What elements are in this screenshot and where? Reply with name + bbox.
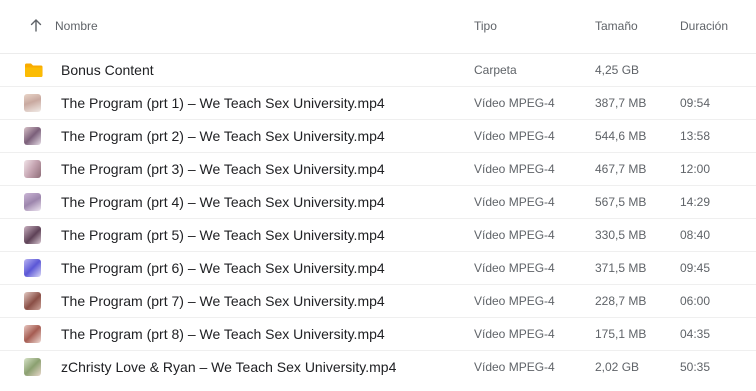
file-type: Vídeo MPEG-4 — [474, 327, 555, 341]
column-header-duration[interactable]: Duración — [680, 19, 728, 33]
column-header-size[interactable]: Tamaño — [595, 19, 638, 33]
file-size: 4,25 GB — [595, 63, 640, 77]
file-list-header: Nombre Tipo Tamaño Duración — [0, 0, 756, 54]
video-thumbnail-icon — [24, 358, 41, 376]
arrow-up-icon[interactable] — [30, 18, 42, 32]
file-name: Bonus Content — [61, 62, 154, 78]
file-size: 467,7 MB — [595, 162, 647, 176]
file-type: Vídeo MPEG-4 — [474, 162, 555, 176]
file-size: 387,7 MB — [595, 96, 647, 110]
file-row-folder[interactable]: Bonus Content Carpeta 4,25 GB — [0, 54, 756, 87]
file-row[interactable]: The Program (prt 8) – We Teach Sex Unive… — [0, 318, 756, 351]
file-type: Vídeo MPEG-4 — [474, 261, 555, 275]
file-type: Vídeo MPEG-4 — [474, 195, 555, 209]
file-name: The Program (prt 6) – We Teach Sex Unive… — [61, 260, 385, 276]
file-size: 544,6 MB — [595, 129, 647, 143]
file-duration: 09:45 — [680, 261, 711, 275]
file-duration: 12:00 — [680, 162, 711, 176]
file-row[interactable]: The Program (prt 3) – We Teach Sex Unive… — [0, 153, 756, 186]
video-thumbnail-icon — [24, 259, 41, 277]
video-thumbnail-icon — [24, 193, 41, 211]
file-duration: 50:35 — [680, 360, 711, 374]
file-name: The Program (prt 4) – We Teach Sex Unive… — [61, 194, 385, 210]
file-duration: 13:58 — [680, 129, 711, 143]
file-name: The Program (prt 5) – We Teach Sex Unive… — [61, 227, 385, 243]
file-size: 2,02 GB — [595, 360, 640, 374]
file-duration: 09:54 — [680, 96, 711, 110]
file-size: 371,5 MB — [595, 261, 647, 275]
column-header-type[interactable]: Tipo — [474, 19, 497, 33]
file-type: Vídeo MPEG-4 — [474, 294, 555, 308]
file-type: Vídeo MPEG-4 — [474, 96, 555, 110]
video-thumbnail-icon — [24, 292, 41, 310]
video-thumbnail-icon — [24, 226, 41, 244]
file-duration: 04:35 — [680, 327, 711, 341]
file-duration: 08:40 — [680, 228, 711, 242]
file-row[interactable]: The Program (prt 4) – We Teach Sex Unive… — [0, 186, 756, 219]
file-type: Vídeo MPEG-4 — [474, 129, 555, 143]
file-duration: 14:29 — [680, 195, 711, 209]
file-row[interactable]: zChristy Love & Ryan – We Teach Sex Univ… — [0, 351, 756, 383]
file-row[interactable]: The Program (prt 7) – We Teach Sex Unive… — [0, 285, 756, 318]
file-name: zChristy Love & Ryan – We Teach Sex Univ… — [61, 359, 397, 375]
file-name: The Program (prt 1) – We Teach Sex Unive… — [61, 95, 385, 111]
file-size: 175,1 MB — [595, 327, 647, 341]
file-list: Bonus Content Carpeta 4,25 GB The Progra… — [0, 54, 756, 383]
file-size: 330,5 MB — [595, 228, 647, 242]
file-row[interactable]: The Program (prt 5) – We Teach Sex Unive… — [0, 219, 756, 252]
file-name: The Program (prt 2) – We Teach Sex Unive… — [61, 128, 385, 144]
file-row[interactable]: The Program (prt 2) – We Teach Sex Unive… — [0, 120, 756, 153]
file-duration: 06:00 — [680, 294, 711, 308]
folder-icon — [25, 63, 43, 77]
video-thumbnail-icon — [24, 94, 41, 112]
file-size: 567,5 MB — [595, 195, 647, 209]
file-name: The Program (prt 3) – We Teach Sex Unive… — [61, 161, 385, 177]
file-type: Carpeta — [474, 63, 517, 77]
video-thumbnail-icon — [24, 127, 41, 145]
video-thumbnail-icon — [24, 160, 41, 178]
file-type: Vídeo MPEG-4 — [474, 228, 555, 242]
file-row[interactable]: The Program (prt 6) – We Teach Sex Unive… — [0, 252, 756, 285]
file-type: Vídeo MPEG-4 — [474, 360, 555, 374]
column-header-name[interactable]: Nombre — [55, 19, 98, 33]
file-size: 228,7 MB — [595, 294, 647, 308]
file-name: The Program (prt 8) – We Teach Sex Unive… — [61, 326, 385, 342]
file-row[interactable]: The Program (prt 1) – We Teach Sex Unive… — [0, 87, 756, 120]
video-thumbnail-icon — [24, 325, 41, 343]
file-name: The Program (prt 7) – We Teach Sex Unive… — [61, 293, 385, 309]
